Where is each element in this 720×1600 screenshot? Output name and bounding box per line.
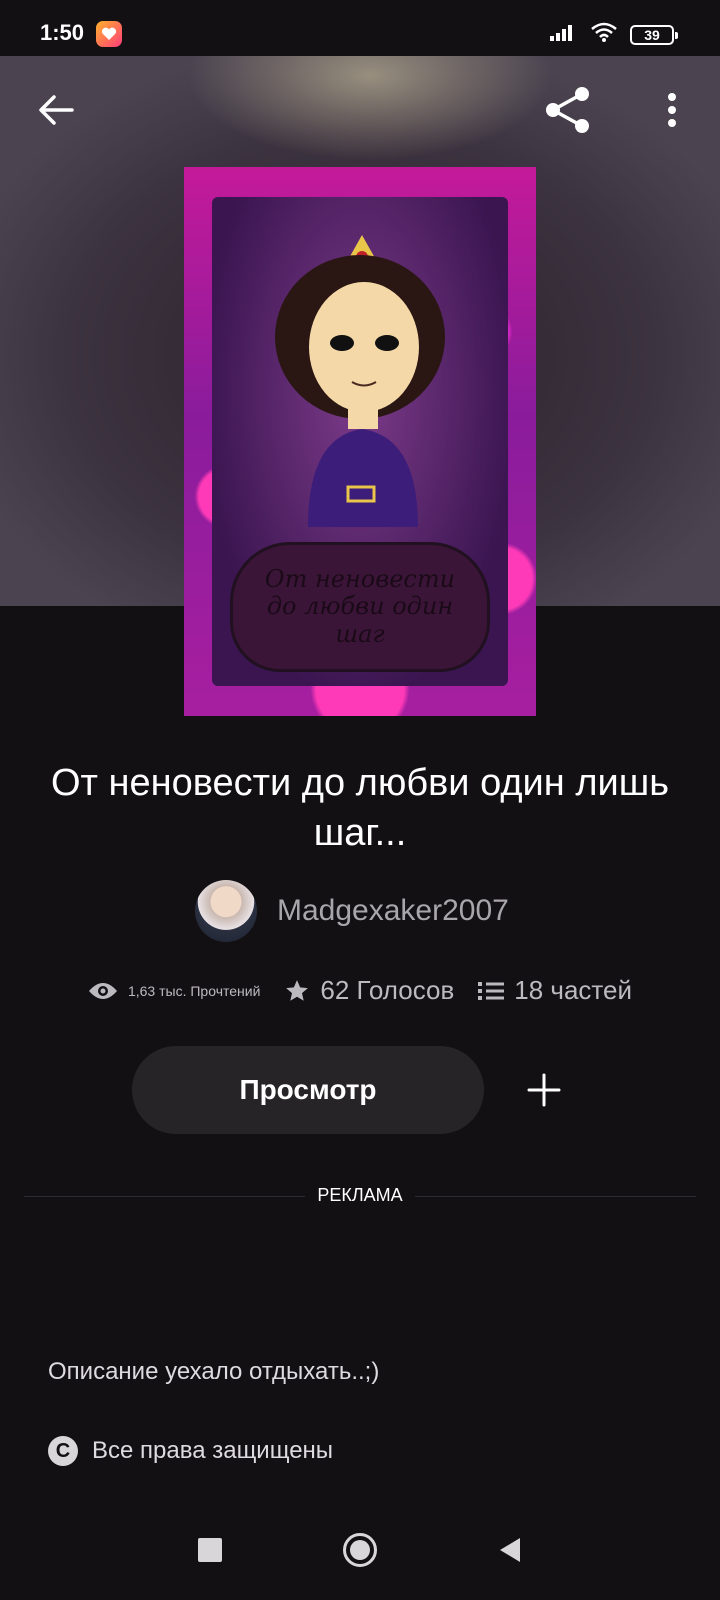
app-notification-icon (96, 21, 122, 47)
author-name[interactable]: Madgexaker2007 (277, 894, 509, 928)
votes-count: 62 Голосов (320, 975, 455, 1005)
back-button[interactable] (26, 80, 86, 140)
triangle-back-icon (500, 1538, 520, 1562)
reads-count: 1,63 тыс. Прочтений (127, 982, 261, 999)
more-vertical-icon (668, 93, 676, 127)
ad-label: РЕКЛАМА (305, 1185, 415, 1205)
ad-divider: РЕКЛАМА (24, 1185, 696, 1207)
story-title: От неновести до любви один лишь шаг... (50, 762, 670, 854)
cover-title-text: От неновести до любви один шаг (230, 542, 490, 672)
reads-stat: 1,63 тыс. Прочтений (88, 981, 260, 1001)
signal-icon (550, 23, 578, 46)
view-button[interactable]: Просмотр (132, 1046, 484, 1134)
avatar[interactable] (195, 880, 257, 942)
copyright-icon: C (48, 1436, 78, 1466)
share-icon (546, 87, 589, 133)
story-stats: 1,63 тыс. Прочтений 62 Голосов 18 частей (0, 975, 720, 1006)
copyright-row: C Все права защищены (48, 1436, 333, 1466)
recents-button[interactable] (185, 1525, 235, 1575)
ad-label-container: РЕКЛАМА (24, 1185, 696, 1206)
wifi-icon (590, 22, 618, 47)
status-time: 1:50 (40, 20, 85, 45)
copyright-text: Все права защищены (92, 1437, 334, 1464)
status-bar: 1:50 39 (0, 0, 720, 56)
star-icon (286, 979, 309, 1001)
more-options-button[interactable] (642, 80, 702, 140)
author-link[interactable]: Madgexaker2007 (195, 880, 509, 942)
cover-artwork: От неновести до любви один шаг (212, 197, 508, 686)
share-button[interactable] (538, 80, 598, 140)
story-cover[interactable]: От неновести до любви один шаг (184, 167, 536, 716)
parts-stat[interactable]: 18 частей (478, 975, 632, 1006)
battery-indicator: 39 (630, 24, 678, 45)
votes-stat: 62 Голосов (284, 975, 454, 1006)
eye-icon (88, 982, 117, 999)
home-button[interactable] (335, 1525, 385, 1575)
square-icon (198, 1538, 222, 1562)
add-to-library-button[interactable] (514, 1060, 574, 1120)
system-nav-bar (0, 1500, 720, 1600)
list-icon (478, 981, 505, 1000)
back-nav-button[interactable] (485, 1525, 535, 1575)
back-arrow-icon (39, 95, 74, 125)
story-description: Описание уехало отдыхать..;) (48, 1358, 380, 1385)
status-icons: 39 (550, 22, 678, 47)
parts-count[interactable]: 18 частей (514, 975, 632, 1006)
circle-icon (343, 1533, 377, 1567)
plus-icon (527, 1073, 561, 1107)
